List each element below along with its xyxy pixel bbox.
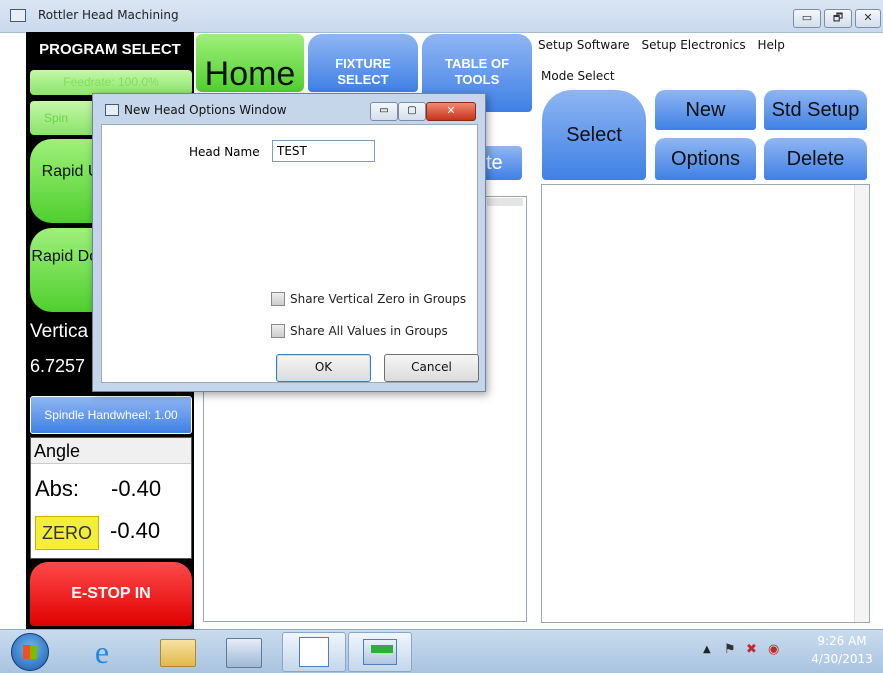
window-title: Rottler Head Machining bbox=[38, 8, 179, 22]
home-button[interactable]: Home bbox=[196, 34, 304, 92]
fixture-select-button[interactable]: FIXTURE SELECT bbox=[308, 34, 418, 92]
mode-options-button[interactable]: Options bbox=[655, 138, 756, 180]
abs-label: Abs: bbox=[35, 476, 80, 501]
action-center-flag-icon[interactable]: ⚑ bbox=[724, 642, 736, 657]
head-name-label: Head Name bbox=[189, 145, 260, 159]
clock-date[interactable]: 4/30/2013 bbox=[808, 652, 876, 666]
windows-logo-icon bbox=[23, 645, 37, 659]
start-button[interactable] bbox=[11, 633, 49, 671]
clock-time[interactable]: 9:26 AM bbox=[812, 634, 872, 648]
taskbar: e ▲ ⚑ ✖ ◉ 9:26 AM 4/30/2013 bbox=[0, 629, 883, 673]
angle-panel: Angle Abs: -0.40 ZERO -0.40 bbox=[30, 437, 192, 559]
menu-bar: Setup Software Setup Electronics Help bbox=[538, 38, 793, 52]
app-icon bbox=[10, 9, 26, 22]
middle-pane-header bbox=[487, 198, 523, 206]
ok-button[interactable]: OK bbox=[276, 354, 371, 382]
menu-setup-electronics[interactable]: Setup Electronics bbox=[641, 38, 745, 52]
dialog-minimize-button[interactable]: ▭ bbox=[370, 102, 398, 121]
share-vertical-label: Share Vertical Zero in Groups bbox=[290, 292, 467, 306]
cancel-button[interactable]: Cancel bbox=[384, 354, 479, 382]
share-all-checkbox[interactable] bbox=[271, 324, 285, 338]
mode-list-pane[interactable] bbox=[541, 184, 870, 623]
file-explorer-icon[interactable] bbox=[160, 639, 196, 667]
minimize-button[interactable]: ▭ bbox=[793, 9, 821, 28]
estop-button[interactable]: E-STOP IN bbox=[30, 562, 192, 626]
menu-setup-software[interactable]: Setup Software bbox=[538, 38, 630, 52]
program-select-label[interactable]: PROGRAM SELECT bbox=[26, 32, 194, 68]
mode-select-button[interactable]: Select bbox=[542, 90, 646, 180]
restore-button[interactable]: 🗗 bbox=[824, 9, 852, 28]
keyboard-app-icon[interactable] bbox=[226, 638, 262, 668]
dialog-title: New Head Options Window bbox=[124, 103, 287, 117]
mode-delete-button[interactable]: Delete bbox=[764, 138, 867, 180]
partial-button[interactable]: te bbox=[482, 146, 522, 180]
dialog-close-button[interactable]: ✕ bbox=[426, 102, 476, 121]
document-icon bbox=[299, 637, 329, 667]
spindle-handwheel-button[interactable]: Spindle Handwheel: 1.00 bbox=[30, 396, 192, 434]
volume-muted-icon[interactable]: ◉ bbox=[768, 642, 779, 657]
close-button[interactable]: ✕ bbox=[855, 9, 881, 28]
share-vertical-checkbox[interactable] bbox=[271, 292, 285, 306]
zero-value: -0.40 bbox=[110, 518, 161, 543]
vertical-label: Vertica bbox=[30, 321, 89, 342]
taskbar-app-document[interactable] bbox=[282, 632, 346, 672]
dialog-body: Head Name TEST Share Vertical Zero in Gr… bbox=[101, 124, 479, 383]
feedrate-indicator[interactable]: Feedrate: 100.0% bbox=[30, 70, 192, 95]
network-error-icon[interactable]: ✖ bbox=[746, 642, 757, 657]
mode-new-button[interactable]: New bbox=[655, 90, 756, 130]
dialog-app-icon bbox=[105, 104, 119, 116]
dialog-maximize-button[interactable]: ▢ bbox=[398, 102, 426, 121]
arrow-icon bbox=[371, 645, 393, 653]
abs-value: -0.40 bbox=[111, 476, 162, 501]
mode-std-setup-button[interactable]: Std Setup bbox=[764, 90, 867, 130]
zero-button[interactable]: ZERO bbox=[35, 516, 99, 550]
new-head-options-dialog: New Head Options Window ▭ ▢ ✕ Head Name … bbox=[92, 93, 486, 392]
menu-help[interactable]: Help bbox=[757, 38, 784, 52]
internet-explorer-icon[interactable]: e bbox=[83, 636, 121, 668]
taskbar-app-rottler[interactable] bbox=[348, 632, 412, 672]
vertical-value: 6.7257 bbox=[30, 356, 86, 376]
head-name-input[interactable]: TEST bbox=[272, 140, 375, 162]
share-all-label: Share All Values in Groups bbox=[290, 324, 448, 338]
mode-list-scrollbar[interactable] bbox=[854, 185, 869, 622]
show-hidden-icons-icon[interactable]: ▲ bbox=[703, 644, 711, 655]
angle-label: Angle bbox=[31, 438, 191, 464]
title-bar: Rottler Head Machining ▭ 🗗 ✕ bbox=[0, 0, 883, 33]
mode-select-label: Mode Select bbox=[541, 69, 615, 83]
